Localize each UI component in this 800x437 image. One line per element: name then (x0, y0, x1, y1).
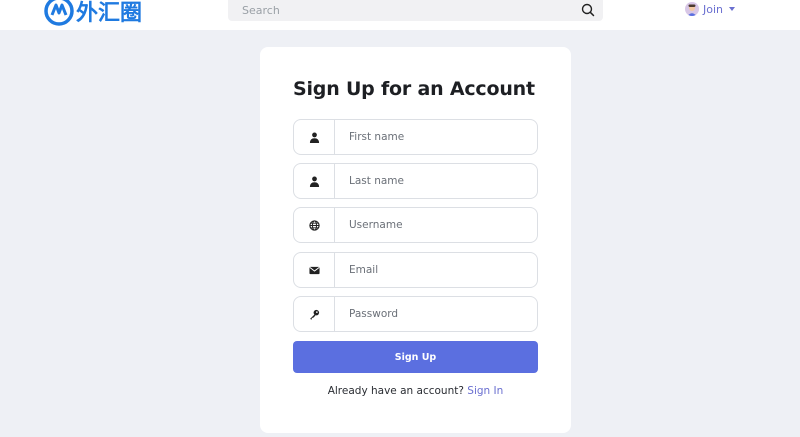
sign-in-link[interactable]: Sign In (467, 385, 503, 397)
top-navbar: 外汇圈 Join (0, 0, 800, 30)
signin-prompt-row: Already have an account? Sign In (260, 385, 571, 397)
site-logo[interactable]: 外汇圈 (44, 0, 142, 26)
key-icon (309, 309, 319, 320)
globe-icon (308, 219, 320, 231)
chevron-down-icon (729, 7, 736, 11)
logo-icon (44, 0, 74, 26)
join-label: Join (703, 2, 724, 16)
password-input[interactable] (335, 297, 535, 331)
signin-prompt-text: Already have an account? (327, 385, 464, 397)
search-bar (228, 0, 603, 21)
envelope-icon (308, 266, 320, 274)
logo-text: 外汇圈 (76, 1, 143, 26)
page-title: Sign Up for an Account (293, 78, 535, 100)
avatar-icon (687, 4, 697, 16)
last-name-field (293, 163, 538, 199)
user-icon (309, 176, 319, 187)
search-icon[interactable] (581, 3, 595, 17)
email-input[interactable] (335, 253, 535, 287)
username-input[interactable] (335, 208, 535, 242)
username-addon (294, 208, 335, 242)
sign-up-button[interactable]: Sign Up (293, 341, 538, 373)
password-addon (294, 297, 335, 331)
first-name-input[interactable] (335, 120, 535, 154)
join-menu[interactable]: Join (685, 1, 736, 17)
last-name-addon (294, 164, 335, 198)
last-name-input[interactable] (335, 164, 535, 198)
avatar (685, 2, 699, 16)
password-field (293, 296, 538, 332)
user-icon (309, 132, 319, 143)
search-input[interactable] (228, 0, 558, 21)
first-name-addon (294, 120, 335, 154)
email-field (293, 252, 538, 288)
email-addon (294, 253, 335, 287)
signup-card: Sign Up for an Account First name Last n… (260, 47, 571, 433)
username-field (293, 207, 538, 243)
first-name-field (293, 119, 538, 155)
